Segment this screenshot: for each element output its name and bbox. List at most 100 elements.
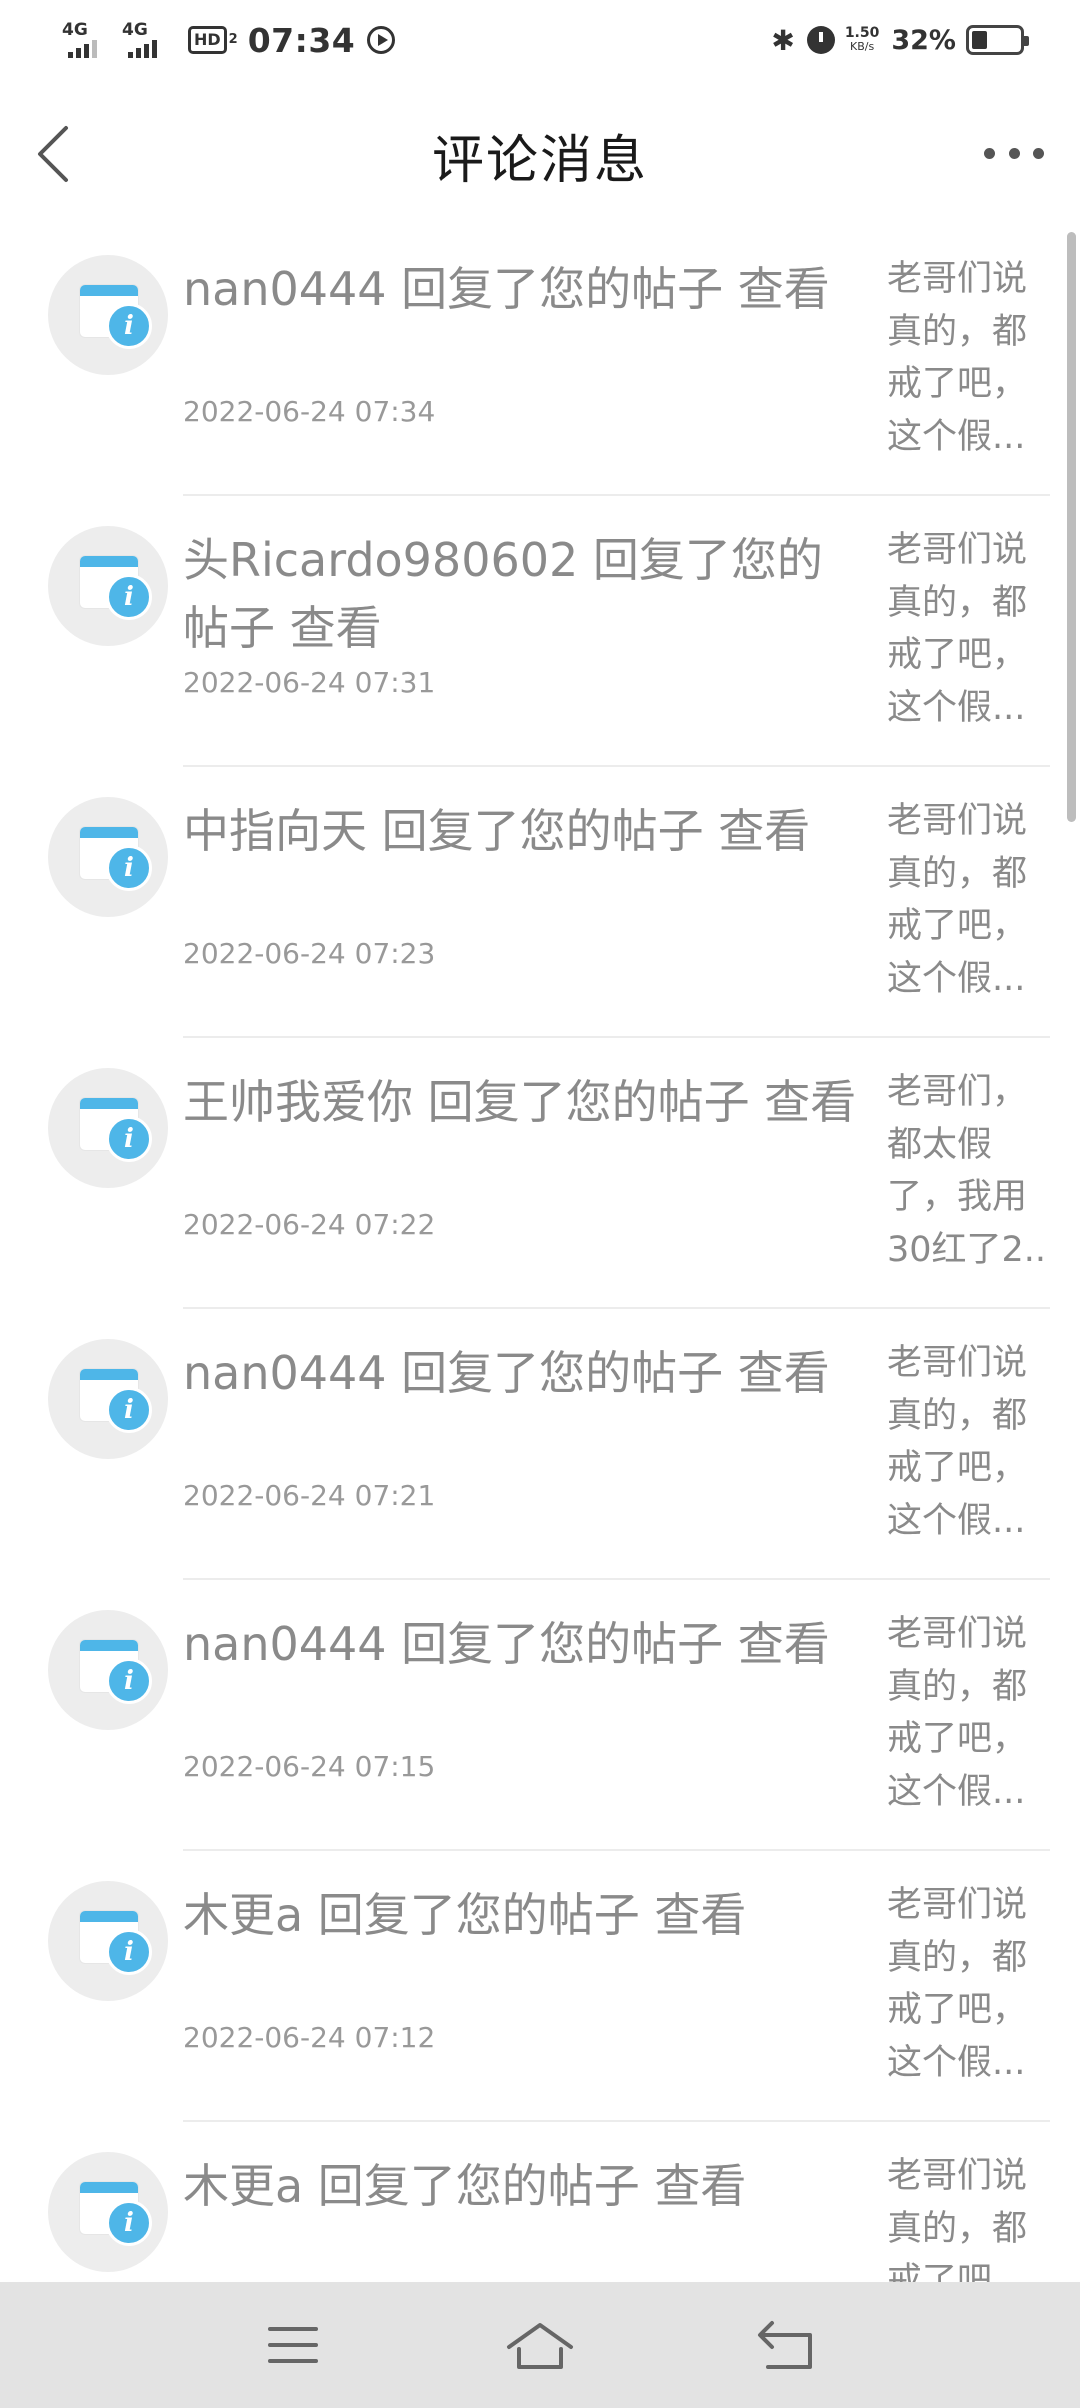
message-snippet[interactable]: 老哥们说 真的，都 戒了吧， 这个假... xyxy=(887,1608,1047,1818)
message-snippet[interactable]: 老哥们说真的，都戒了吧， xyxy=(887,2150,1047,2282)
header: 评论消息 xyxy=(0,90,1080,220)
notification-avatar[interactable]: i xyxy=(48,526,168,646)
battery-icon xyxy=(966,25,1029,55)
list-item[interactable]: i 王帅我爱你 回复了您的帖子 查看 2022-06-24 07:22 老哥们， 都太假… xyxy=(0,1038,1080,1309)
network-type-label: 4G xyxy=(62,20,88,40)
notification-avatar[interactable]: i xyxy=(48,1610,168,1730)
message-title[interactable]: nan0444 回复了您的帖子 查看 xyxy=(183,255,863,323)
message-title[interactable]: nan0444 回复了您的帖子 查看 xyxy=(183,1339,863,1407)
message-time: 2022-06-24 07:23 xyxy=(183,937,436,970)
snippet-line: 这个假... xyxy=(887,1771,1026,1812)
battery-fill xyxy=(972,31,987,49)
snippet-line: 30红了2... xyxy=(887,1229,1047,1270)
return-icon xyxy=(757,2321,812,2369)
status-bar-left: 4G 4G HD 2 07:34 xyxy=(62,20,396,60)
chevron-left-icon xyxy=(38,126,68,182)
list-item[interactable]: i 中指向天 回复了您的帖子 查看 2022-06-24 07:23 老哥们说 真的，都… xyxy=(0,767,1080,1038)
info-icon: i xyxy=(106,1387,152,1433)
more-dot-icon xyxy=(1008,147,1020,159)
snippet-line: 老哥们说 xyxy=(887,1343,1028,1383)
info-icon: i xyxy=(106,303,152,349)
message-title[interactable]: 头Ricardo980602 回复了您的帖子 查看 xyxy=(183,526,863,662)
list-item[interactable]: i 木更a 回复了您的帖子 查看 2022-06-24 07:12 老哥们说 真的，都戒… xyxy=(0,1851,1080,2122)
more-options-button[interactable] xyxy=(984,138,1044,168)
back-button[interactable] xyxy=(28,122,88,186)
status-time: 07:34 xyxy=(247,20,356,60)
notification-avatar[interactable]: i xyxy=(48,1339,168,1459)
menu-icon xyxy=(268,2327,319,2363)
message-list[interactable]: i nan0444 回复了您的帖子 查看 2022-06-24 07:34 老哥们说真… xyxy=(0,225,1080,2282)
snippet-line: 老哥们说 xyxy=(887,2156,1028,2196)
snippet-line: 老哥们说 xyxy=(887,1614,1028,1654)
scrollbar[interactable] xyxy=(1067,232,1076,822)
snippet-line: 了，我用 xyxy=(887,1177,1028,1217)
status-bar: 4G 4G HD 2 07:34 ✱ 1.50 KB/s 32% xyxy=(0,0,1080,80)
snippet-line: 真的，都 xyxy=(887,853,1028,894)
snippet-line: 老哥们说 xyxy=(887,1885,1028,1925)
notification-avatar[interactable]: i xyxy=(48,1068,168,1188)
notification-avatar[interactable]: i xyxy=(48,255,168,375)
snippet-line: 真的，都 xyxy=(887,311,1028,352)
snippet-line: 戒了吧， xyxy=(887,1448,1028,1488)
snippet-line: 戒了吧， xyxy=(887,635,1028,675)
list-item[interactable]: i nan0444 回复了您的帖子 查看 2022-06-24 07:15 老哥们说真… xyxy=(0,1580,1080,1851)
message-title[interactable]: nan0444 回复了您的帖子 查看 xyxy=(183,1610,863,1678)
list-item[interactable]: i 头Ricardo980602 回复了您的帖子 查看 2022-06-24 07:… xyxy=(0,496,1080,767)
info-icon: i xyxy=(106,2200,152,2246)
message-title[interactable]: 木更a 回复了您的帖子 查看 xyxy=(183,1881,863,1949)
message-snippet[interactable]: 老哥们说 真的，都 戒了吧， 这个假... xyxy=(887,1879,1047,2089)
info-icon: i xyxy=(106,1658,152,1704)
hd-voice-icon: HD 2 xyxy=(188,26,238,54)
snippet-line: 这个假... xyxy=(887,2042,1026,2083)
list-item[interactable]: i nan0444 回复了您的帖子 查看 2022-06-24 07:34 老哥们说真… xyxy=(0,225,1080,496)
network-type-label-2: 4G xyxy=(122,20,148,40)
message-snippet[interactable]: 老哥们， 都太假了，我用 30红了2... xyxy=(887,1066,1047,1276)
system-nav-bar xyxy=(0,2282,1080,2408)
alarm-icon xyxy=(806,26,835,54)
bluetooth-icon: ✱ xyxy=(771,23,795,57)
message-title[interactable]: 中指向天 回复了您的帖子 查看 xyxy=(183,797,863,865)
list-item[interactable]: i nan0444 回复了您的帖子 查看 2022-06-24 07:21 老哥们说真… xyxy=(0,1309,1080,1580)
network-speed: 1.50 KB/s xyxy=(845,26,880,54)
notification-avatar[interactable]: i xyxy=(48,797,168,917)
info-icon: i xyxy=(106,1929,152,1975)
snippet-line: 老哥们说 xyxy=(887,259,1028,299)
message-time: 2022-06-24 07:31 xyxy=(183,666,436,699)
network-speed-unit: KB/s xyxy=(849,40,875,53)
home-button[interactable] xyxy=(505,2315,575,2375)
message-time: 2022-06-24 07:15 xyxy=(183,1750,436,1783)
notification-avatar[interactable]: i xyxy=(48,2152,168,2272)
list-item[interactable]: i 木更a 回复了您的帖子 查看 老哥们说真的，都戒了吧， xyxy=(0,2122,1080,2282)
more-dot-icon xyxy=(984,147,995,159)
snippet-line: 这个假... xyxy=(887,958,1026,999)
snippet-line: 真的，都 xyxy=(887,2208,1028,2249)
snippet-line: 戒了吧， xyxy=(887,1990,1028,2030)
message-time: 2022-06-24 07:21 xyxy=(183,1479,436,1512)
message-snippet[interactable]: 老哥们说 真的，都 戒了吧， 这个假... xyxy=(887,524,1047,734)
notification-avatar[interactable]: i xyxy=(48,1881,168,2001)
snippet-line: 真的，都 xyxy=(887,1395,1028,1436)
snippet-line: 戒了吧， xyxy=(887,364,1028,404)
snippet-line: 老哥们说 xyxy=(887,530,1028,570)
signal-strength-icon-2: 4G xyxy=(122,20,170,60)
message-title[interactable]: 王帅我爱你 回复了您的帖子 查看 xyxy=(183,1068,863,1136)
home-icon xyxy=(506,2323,573,2369)
snippet-line: 真的，都 xyxy=(887,1666,1028,1707)
battery-percent: 32% xyxy=(891,24,956,56)
message-title[interactable]: 木更a 回复了您的帖子 查看 xyxy=(183,2152,863,2220)
menu-button[interactable] xyxy=(258,2315,328,2375)
snippet-line: 这个假... xyxy=(887,1500,1026,1541)
network-speed-value: 1.50 xyxy=(844,25,880,41)
hd-label: HD xyxy=(188,26,227,54)
back-nav-button[interactable] xyxy=(752,2315,822,2375)
message-snippet[interactable]: 老哥们说真的，都戒了吧， 这个假... xyxy=(887,1337,1047,1547)
snippet-line: 都太假 xyxy=(887,1124,993,1165)
page-title: 评论消息 xyxy=(431,130,648,191)
message-time: 2022-06-24 07:22 xyxy=(183,1208,436,1241)
snippet-line: 老哥们， xyxy=(887,1072,1028,1112)
snippet-line: 这个假... xyxy=(887,416,1026,457)
message-snippet[interactable]: 老哥们说 真的，都 戒了吧， 这个假... xyxy=(887,795,1047,1005)
status-bar-right: ✱ 1.50 KB/s 32% xyxy=(771,23,1029,57)
snippet-line: 戒了吧， xyxy=(887,2261,1028,2282)
message-snippet[interactable]: 老哥们说真的，都戒了吧， 这个假... xyxy=(887,253,1047,463)
